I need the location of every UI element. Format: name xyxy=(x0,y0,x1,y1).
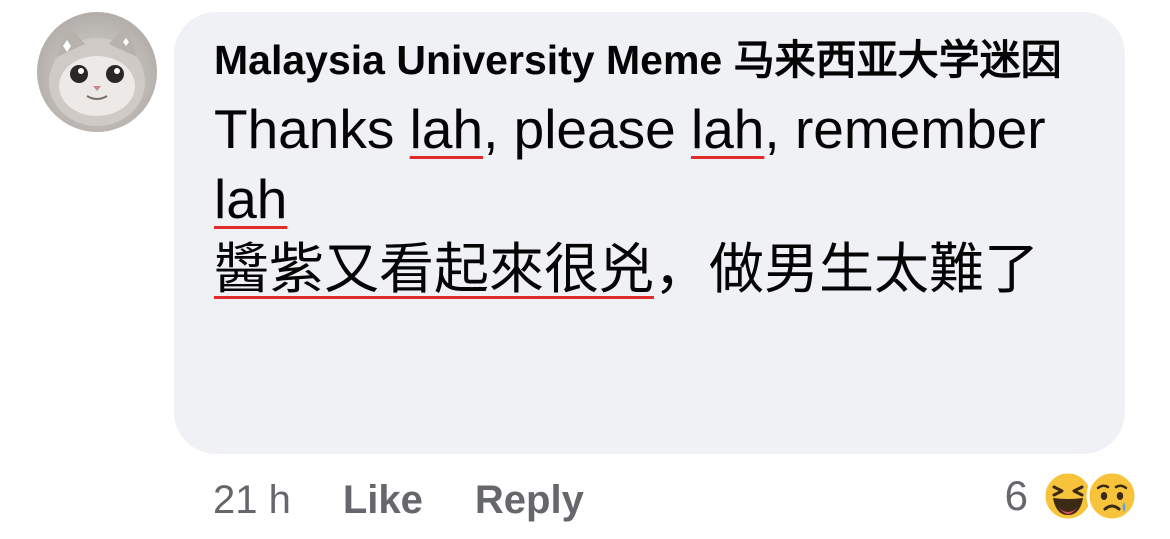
reaction-summary[interactable]: 6 xyxy=(1005,466,1138,526)
text-part: ，做男生太難了 xyxy=(654,238,1040,300)
underlined-word: lah xyxy=(690,98,765,160)
reaction-count: 6 xyxy=(1004,472,1028,519)
underlined-word: lah xyxy=(214,168,288,230)
like-button[interactable]: Like xyxy=(343,478,423,523)
text-part: , please xyxy=(483,98,691,160)
text-part: Thanks xyxy=(214,98,410,160)
sad-icon xyxy=(1086,470,1138,522)
underlined-phrase: 醬紫又看起來很兇 xyxy=(214,238,655,300)
text-part: , remember xyxy=(764,98,1046,160)
timestamp[interactable]: 21 h xyxy=(213,478,291,523)
comment-text: Thanks lah, please lah, remember lah 醬紫又看… xyxy=(214,94,1094,304)
author-name[interactable]: Malaysia University Meme 马来西亚大学迷因 xyxy=(214,34,1074,86)
avatar[interactable] xyxy=(37,12,157,132)
comment-bubble: Malaysia University Meme 马来西亚大学迷因 Thanks… xyxy=(174,12,1125,454)
cat-avatar-icon xyxy=(49,24,145,126)
comment-actions: 21 h Like Reply xyxy=(213,472,584,528)
comment: Malaysia University Meme 马来西亚大学迷因 Thanks… xyxy=(0,0,1170,539)
underlined-word: lah xyxy=(409,98,484,160)
reply-button[interactable]: Reply xyxy=(475,478,584,523)
